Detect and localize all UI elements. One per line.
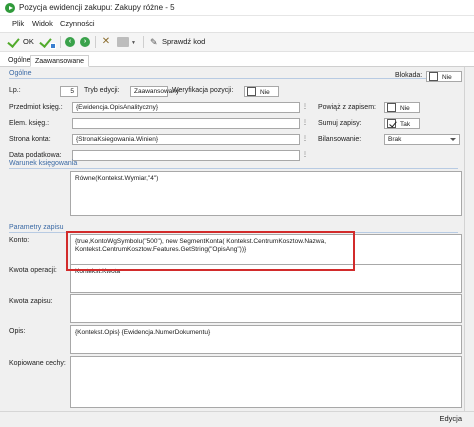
section-divider [9,78,458,79]
data-label: Data podatkowa: [9,152,62,159]
data-more-button[interactable]: ⋮ [302,151,308,159]
toolbar-separator [143,36,144,48]
section-params: Parametry zapisu [9,224,64,231]
strona-more-button[interactable]: ⋮ [302,135,308,143]
check-code-label: Sprawdź kod [162,37,206,46]
section-condition: Warunek księgowania [9,160,78,167]
powiaz-toggle[interactable]: Nie [384,102,420,113]
kwota-zap-label: Kwota zapisu: [9,298,53,305]
toolbar-separator [95,36,96,48]
section-divider [9,168,458,169]
wrench-icon: ✎ [150,37,158,47]
menu-czynnosci[interactable]: Czynności [60,19,95,28]
window-title: Pozycja ewidencji zakupu: Zakupy różne -… [19,3,175,12]
lp-label: Lp.: [9,87,21,94]
chevron-down-icon[interactable]: ▼ [131,40,136,46]
weryfikacja-checkbox-box [247,87,256,96]
lp-field[interactable]: 5 [60,86,78,97]
sumuj-label: Sumuj zapisy: [318,120,362,127]
status-mode: Edycja [439,414,462,423]
next-button[interactable]: › [80,37,90,47]
bilans-label: Bilansowanie: [318,136,362,143]
przedmiot-field[interactable]: {Ewidencja.OpisAnalityczny} [72,102,300,113]
tools-icon[interactable]: ✕ [100,35,112,49]
weryfikacja-toggle[interactable]: Nie [244,86,279,97]
weryfikacja-label: Weryfikacja pozycji: [172,87,234,94]
status-bar [0,411,474,427]
chevron-down-icon [450,138,456,141]
tryb-select[interactable]: Zaawansowany [130,86,179,97]
blokada-label: Blokada: [395,72,423,79]
ok-new-button[interactable] [40,35,56,49]
elem-field[interactable] [72,118,300,129]
bilans-select[interactable]: Brak [384,134,460,145]
kop-label: Kopiowane cechy: [9,360,66,367]
elem-more-button[interactable]: ⋮ [302,119,308,127]
powiaz-value: Nie [400,104,410,112]
powiaz-checkbox [387,103,396,112]
highlight-box [66,231,355,271]
kwota-zap-field[interactable] [70,294,462,323]
opis-field[interactable]: {Kontekst.Opis} {Ewidencja.NumerDokument… [70,325,462,354]
elem-label: Elem. księg.: [9,120,50,127]
sumuj-checkbox [387,119,396,128]
sumuj-toggle[interactable]: Tak [384,118,420,129]
konto-label: Konto: [9,237,30,244]
right-edge [464,67,465,411]
przedmiot-label: Przedmiot księg.: [9,104,63,111]
bilans-value: Brak [388,136,402,143]
kwota-op-label: Kwota operacji: [9,267,57,274]
print-icon[interactable] [117,37,129,47]
tryb-label: Tryb edycji: [84,87,120,94]
powiaz-label: Powiąż z zapisem: [318,104,376,111]
strona-label: Strona konta: [9,136,51,143]
sumuj-value: Tak [400,120,411,128]
blokada-toggle[interactable]: Nie [426,71,462,82]
condition-field[interactable]: Równe(Kontekst.Wymiar,"4") [70,171,462,216]
tab-zaawansowane[interactable]: Zaawansowane [30,55,90,67]
kop-field[interactable] [70,356,462,408]
ok-label: OK [23,37,34,46]
section-general: Ogólne [9,70,32,77]
previous-button[interactable]: ‹ [65,37,75,47]
new-document-icon [50,43,56,49]
opis-label: Opis: [9,328,26,335]
weryfikacja-value: Nie [260,88,270,96]
przedmiot-more-button[interactable]: ⋮ [302,103,308,111]
blokada-checkbox [429,72,438,81]
ok-button[interactable]: OK [8,35,36,49]
menu-widok[interactable]: Widok [32,19,53,28]
app-icon [5,3,15,13]
strona-field[interactable]: {StronaKsiegowania.Winien} [72,134,300,145]
data-field[interactable] [72,150,300,161]
toolbar-separator [60,36,61,48]
checkmark-icon [8,36,19,47]
blokada-value: Nie [442,73,452,81]
menu-plik[interactable]: Plik [12,19,24,28]
